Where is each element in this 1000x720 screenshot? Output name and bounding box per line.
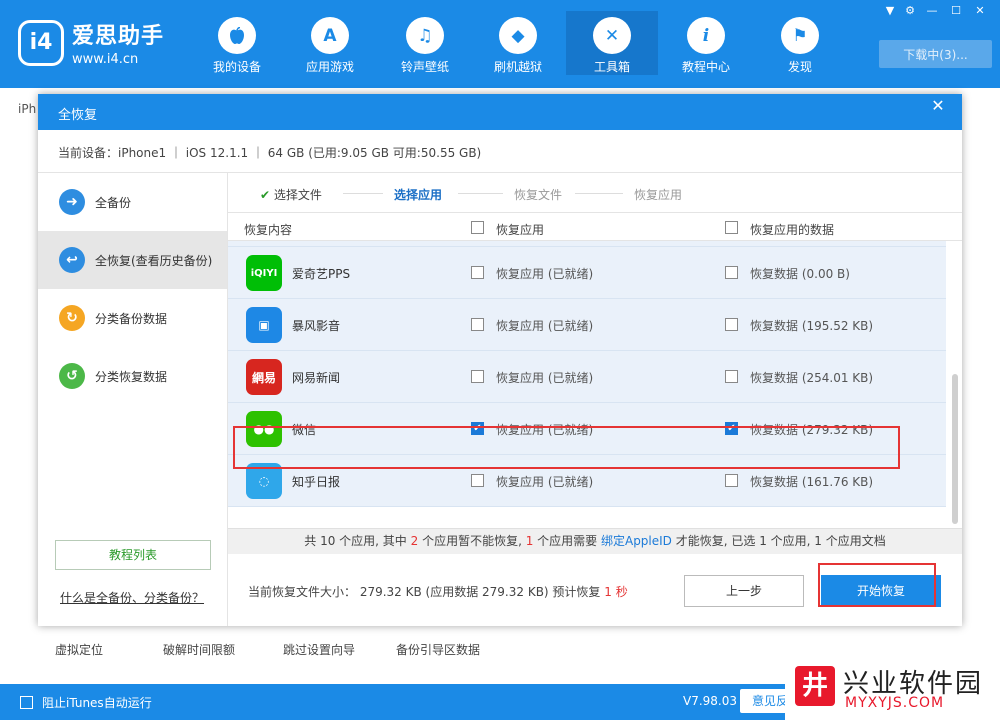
restore-app-checkbox[interactable]	[471, 266, 484, 279]
download-status-button[interactable]: 下载中(3)...	[879, 40, 992, 68]
i4-logo-icon: i4	[18, 19, 64, 66]
nav-ringtones-wallpapers[interactable]: ♫ 铃声壁纸	[379, 11, 471, 75]
restore-data-checkbox[interactable]	[725, 266, 738, 279]
table-row[interactable]: iQIYI 爱奇艺PPS 恢复应用 (已就绪) 恢复数据 (0.00 B)	[228, 247, 946, 299]
restore-app-status: 恢复应用 (已就绪)	[496, 475, 594, 489]
nav-my-device[interactable]: 我的设备	[191, 11, 283, 75]
app-name: 网易新闻	[292, 371, 341, 385]
shirt-icon[interactable]: ▼	[880, 4, 900, 18]
app-name: 爱奇艺PPS	[292, 267, 351, 281]
backup-help-link[interactable]: 什么是全备份、分类备份？	[60, 589, 204, 606]
version-label: V7.98.03	[683, 694, 738, 708]
check-icon: ✔	[260, 188, 271, 202]
iqiyi-icon: iQIYI	[246, 255, 282, 291]
sidebar-item-full-restore[interactable]: ↩ 全恢复(查看历史备份)	[38, 231, 227, 289]
music-icon: ♫	[406, 17, 444, 54]
dialog-close-icon[interactable]: ✕	[928, 96, 948, 116]
step-restore-file: 恢复文件	[514, 188, 563, 202]
sidebar-item-category-backup[interactable]: ↻ 分类备份数据	[38, 289, 227, 347]
maximize-icon[interactable]: ☐	[946, 4, 966, 18]
dialog-title: 全恢复	[58, 108, 98, 123]
selection-summary: 共 10 个应用, 其中 2 个应用暂不能恢复, 1 个应用需要 绑定Apple…	[228, 528, 962, 554]
tool-backup-boot[interactable]: 备份引导区数据	[396, 641, 480, 658]
restore-app-checkbox[interactable]	[471, 318, 484, 331]
flag-icon: ⚑	[781, 17, 819, 54]
restore-app-status: 恢复应用 (已就绪)	[496, 371, 594, 385]
tool-virtual-location[interactable]: 虚拟定位	[55, 641, 103, 658]
info-icon: i	[687, 17, 725, 54]
header-restore-data: 恢复应用的数据	[750, 223, 835, 237]
step-restore-app: 恢复应用	[634, 188, 683, 202]
apple-icon	[218, 17, 256, 54]
restore-app-status: 恢复应用 (已就绪)	[496, 319, 594, 333]
dialog-sidebar: ➜ 全备份 ↩ 全恢复(查看历史备份) ↻ 分类备份数据 ↺ 分类恢复数据 教程…	[38, 173, 228, 626]
dialog-titlebar: 全恢复 ✕	[38, 94, 962, 130]
step-select-app: 选择应用	[394, 188, 443, 202]
app-name: 暴风影音	[292, 319, 341, 333]
minimize-icon[interactable]: —	[922, 4, 942, 18]
app-logo: i4 爱思助手 www.i4.cn	[18, 18, 164, 67]
restore-data-checkbox[interactable]	[725, 474, 738, 487]
tools-icon: ✕	[593, 17, 631, 54]
sidebar-item-full-backup[interactable]: ➜ 全备份	[38, 173, 227, 231]
block-itunes-checkbox[interactable]	[20, 696, 33, 709]
step-select-file: ✔ 选择文件	[260, 188, 322, 202]
restore-app-status: 恢复应用 (已就绪)	[496, 267, 594, 281]
nav-apps-games[interactable]: A 应用游戏	[284, 11, 376, 75]
header-content: 恢复内容	[244, 223, 293, 237]
restore-data-size: 恢复数据 (0.00 B)	[750, 267, 850, 281]
bind-appleid-link[interactable]: 绑定AppleID	[601, 534, 672, 548]
netease-news-icon: 網易	[246, 359, 282, 395]
restore-data-size: 恢复数据 (254.01 KB)	[750, 371, 874, 385]
device-info: 当前设备：iPhone1 ｜ iOS 12.1.1 ｜ 64 GB (已用:9.…	[58, 146, 482, 160]
restore-data-checkbox[interactable]	[725, 318, 738, 331]
table-header: 恢复内容 恢复应用 恢复应用的数据	[228, 213, 962, 241]
gear-icon[interactable]: ⚙	[900, 4, 920, 18]
background-device-tab[interactable]: iPh	[18, 102, 36, 116]
tutorial-list-button[interactable]: 教程列表	[55, 540, 211, 570]
app-name: 知乎日报	[292, 475, 341, 489]
select-all-data-checkbox[interactable]	[725, 221, 738, 234]
sidebar-item-category-restore[interactable]: ↺ 分类恢复数据	[38, 347, 227, 405]
restore-data-size: 恢复数据 (195.52 KB)	[750, 319, 874, 333]
watermark-url: MYXYJS.COM	[845, 695, 945, 711]
select-all-apps-checkbox[interactable]	[471, 221, 484, 234]
arrow-left-icon: ↩	[59, 247, 85, 273]
baofeng-icon: ▣	[246, 307, 282, 343]
app-store-icon: A	[311, 17, 349, 54]
table-body[interactable]: WWPS Office恢复应用 (已就绪)恢复数据 (323.01 KB)iQI…	[228, 213, 962, 528]
block-itunes-label: 阻止iTunes自动运行	[42, 696, 152, 710]
table-scrollbar[interactable]	[952, 374, 958, 524]
nav-tutorial-center[interactable]: i 教程中心	[660, 11, 752, 75]
table-row[interactable]: 網易 网易新闻 恢复应用 (已就绪) 恢复数据 (254.01 KB)	[228, 351, 946, 403]
estimated-time: 1 秒	[604, 585, 628, 599]
nav-flash-jailbreak[interactable]: ◆ 刷机越狱	[472, 11, 564, 75]
nav-toolbox[interactable]: ✕ 工具箱	[566, 11, 658, 75]
tool-skip-setup[interactable]: 跳过设置向导	[283, 641, 355, 658]
tool-break-time-limit[interactable]: 破解时间限额	[163, 641, 235, 658]
dropbox-icon: ◆	[499, 17, 537, 54]
restore-app-checkbox[interactable]	[471, 474, 484, 487]
restore-app-checkbox[interactable]	[471, 370, 484, 383]
restore-data-size: 恢复数据 (161.76 KB)	[750, 475, 874, 489]
arrow-right-icon: ➜	[59, 189, 85, 215]
watermark-logo-icon: 井	[795, 666, 835, 706]
nav-discover[interactable]: ⚑ 发现	[754, 11, 846, 75]
restore-size-info: 当前恢复文件大小： 279.32 KB (应用数据 279.32 KB) 预计恢…	[248, 585, 628, 599]
header-restore-app: 恢复应用	[496, 223, 545, 237]
restore-data-checkbox[interactable]	[725, 370, 738, 383]
close-icon[interactable]: ✕	[970, 4, 990, 18]
backup-category-icon: ↻	[59, 305, 85, 331]
restore-category-icon: ↺	[59, 363, 85, 389]
start-button-highlight	[818, 563, 936, 607]
brand-url: www.i4.cn	[72, 52, 139, 67]
wechat-row-highlight	[233, 426, 900, 469]
full-restore-dialog: 全恢复 ✕ 当前设备：iPhone1 ｜ iOS 12.1.1 ｜ 64 GB …	[38, 94, 962, 626]
table-row[interactable]: ▣ 暴风影音 恢复应用 (已就绪) 恢复数据 (195.52 KB)	[228, 299, 946, 351]
previous-step-button[interactable]: 上一步	[684, 575, 804, 607]
app-restore-table: WWPS Office恢复应用 (已就绪)恢复数据 (323.01 KB)iQI…	[228, 213, 962, 548]
brand-name: 爱思助手	[72, 24, 165, 49]
